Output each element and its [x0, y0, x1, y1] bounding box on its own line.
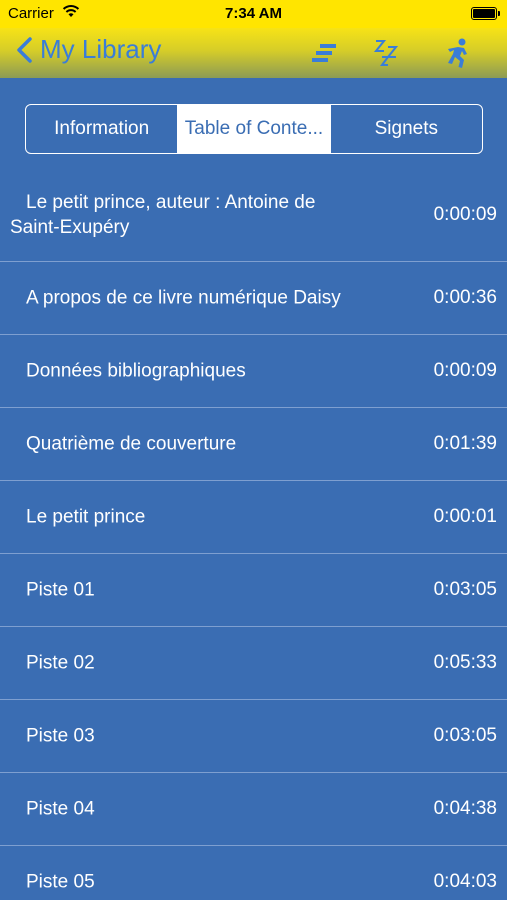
- list-item[interactable]: Quatrième de couverture 0:01:39: [0, 408, 507, 481]
- clock: 7:34 AM: [225, 5, 282, 22]
- list-item[interactable]: Piste 03 0:03:05: [0, 700, 507, 773]
- item-title: Le petit prince: [26, 506, 146, 528]
- item-title: Données bibliographiques: [26, 360, 246, 382]
- battery-icon: [471, 7, 500, 20]
- item-duration: 0:00:01: [433, 506, 497, 527]
- list-item[interactable]: Le petit prince, auteur : Antoine de Sai…: [0, 168, 507, 262]
- item-duration: 0:03:05: [433, 579, 497, 600]
- item-title: Piste 02: [26, 652, 95, 674]
- item-duration: 0:05:33: [433, 652, 497, 673]
- list-item[interactable]: A propos de ce livre numérique Daisy 0:0…: [0, 262, 507, 335]
- item-duration: 0:00:09: [433, 360, 497, 381]
- item-duration: 0:01:39: [433, 433, 497, 454]
- back-label: My Library: [40, 34, 162, 64]
- item-duration: 0:04:03: [433, 871, 497, 892]
- status-bar: Carrier 7:34 AM: [0, 0, 507, 28]
- nav-bar: My Library: [0, 28, 507, 78]
- item-duration: 0:00:36: [433, 287, 497, 308]
- list-item[interactable]: Piste 04 0:04:38: [0, 773, 507, 846]
- chevron-left-icon: [17, 36, 32, 63]
- segment-table-of-contents[interactable]: Table of Conte...: [177, 105, 330, 153]
- item-title: A propos de ce livre numérique Daisy: [26, 287, 341, 309]
- list-item[interactable]: Piste 01 0:03:05: [0, 554, 507, 627]
- item-duration: 0:04:38: [433, 798, 497, 819]
- sleep-timer-icon[interactable]: [372, 37, 404, 69]
- list-item[interactable]: Données bibliographiques 0:00:09: [0, 335, 507, 408]
- item-duration: 0:00:09: [433, 203, 497, 225]
- list-item[interactable]: Piste 05 0:04:03: [0, 846, 507, 900]
- running-man-icon[interactable]: [442, 37, 474, 69]
- item-title: Quatrième de couverture: [26, 433, 237, 455]
- item-title: Piste 05: [26, 871, 95, 893]
- list-item[interactable]: Piste 02 0:05:33: [0, 627, 507, 700]
- segment-signets[interactable]: Signets: [329, 105, 482, 153]
- item-title: Le petit prince, auteur : Antoine de Sai…: [10, 191, 316, 238]
- segmented-control: Information Table of Conte... Signets: [25, 104, 483, 154]
- sort-lines-icon[interactable]: [308, 37, 340, 69]
- item-title: Piste 04: [26, 798, 95, 820]
- back-button[interactable]: My Library: [14, 34, 161, 65]
- list-item[interactable]: Le petit prince 0:00:01: [0, 481, 507, 554]
- item-title: Piste 03: [26, 725, 95, 747]
- table-of-contents-list: Le petit prince, auteur : Antoine de Sai…: [0, 168, 507, 900]
- segment-information[interactable]: Information: [26, 105, 177, 153]
- item-title: Piste 01: [26, 579, 95, 601]
- item-duration: 0:03:05: [433, 725, 497, 746]
